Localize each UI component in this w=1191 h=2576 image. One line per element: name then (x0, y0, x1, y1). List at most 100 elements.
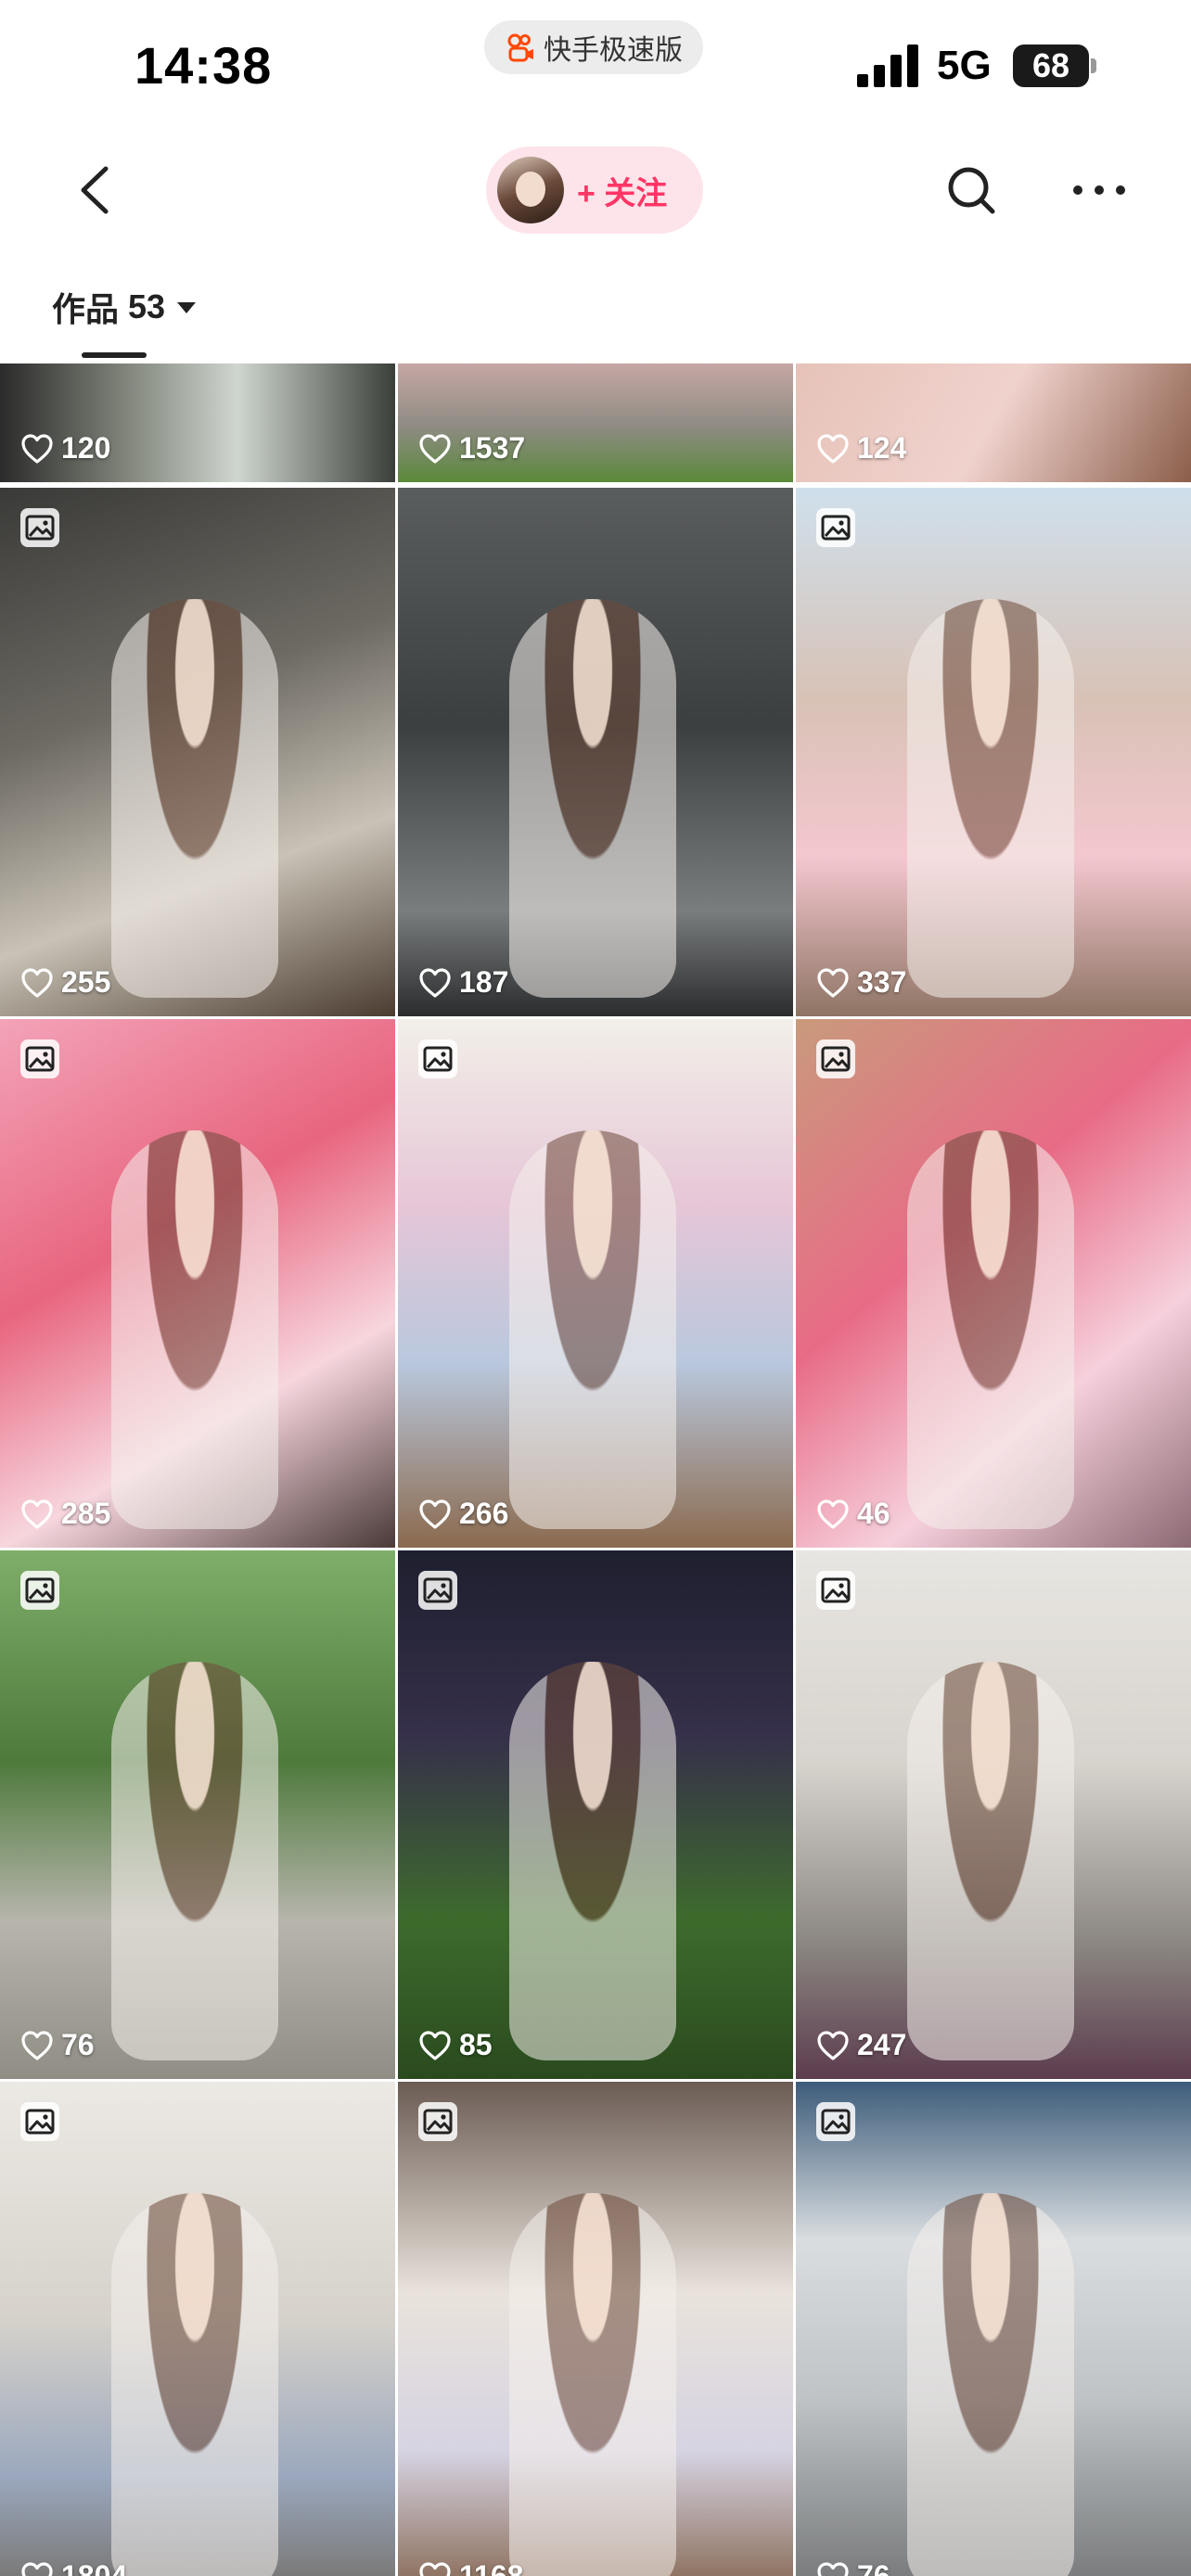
post-thumbnail[interactable]: 1168 (398, 2082, 793, 2576)
heart-icon (817, 2030, 849, 2060)
like-count-value: 187 (459, 965, 509, 999)
image-post-icon (418, 1571, 457, 1610)
like-count-value: 337 (857, 965, 907, 999)
back-arrow-icon[interactable] (65, 158, 130, 223)
status-time: 14:38 (134, 36, 273, 95)
like-count: 124 (816, 431, 906, 465)
heart-icon (419, 1498, 451, 1529)
photo-subject (509, 1130, 676, 1529)
like-count-value: 1804 (61, 2559, 128, 2576)
like-count: 46 (816, 1497, 890, 1531)
photo-subject (111, 599, 278, 998)
post-thumbnail[interactable]: 46 (796, 1019, 1191, 1548)
heart-icon (817, 1498, 849, 1529)
image-post-icon (20, 2102, 59, 2141)
tab-underline (82, 352, 147, 358)
like-count-value: 1168 (459, 2559, 524, 2576)
like-count: 285 (20, 1497, 110, 1531)
post-thumbnail[interactable]: 1804 (0, 2082, 395, 2576)
like-count: 255 (20, 965, 110, 1000)
image-post-icon (816, 2102, 855, 2141)
like-count: 337 (816, 965, 906, 1000)
post-thumbnail[interactable]: 76 (796, 2082, 1191, 2576)
like-count-value: 266 (459, 1497, 509, 1530)
heart-icon (419, 2030, 451, 2060)
works-tab[interactable]: 作品 53 (52, 283, 198, 331)
post-thumbnail[interactable]: 285 (0, 1019, 395, 1548)
heart-icon (817, 967, 849, 998)
photo-subject (111, 2193, 278, 2576)
like-count: 76 (816, 2559, 890, 2576)
image-post-icon (20, 1039, 59, 1078)
post-thumbnail[interactable]: 266 (398, 1019, 793, 1548)
works-count: 53 (128, 287, 166, 325)
image-post-icon (816, 508, 855, 547)
battery-level: 68 (1013, 45, 1089, 87)
caret-down-icon (177, 302, 197, 313)
battery-indicator: 68 (1013, 45, 1096, 87)
more-options-icon[interactable] (1067, 158, 1132, 223)
avatar (497, 157, 564, 223)
like-count: 1168 (418, 2559, 523, 2576)
heart-icon (21, 433, 53, 464)
like-count-value: 285 (61, 1497, 111, 1530)
cellular-signal-icon (857, 45, 918, 87)
network-type: 5G (937, 43, 992, 88)
post-thumbnail[interactable]: 247 (796, 1550, 1191, 2079)
photo-subject (509, 2193, 676, 2576)
post-thumbnail[interactable]: 120 (0, 363, 395, 482)
like-count: 1537 (418, 431, 525, 465)
works-tab-label: 作品 (52, 290, 120, 328)
follow-button[interactable]: + 关注 (486, 147, 703, 234)
heart-icon (419, 967, 451, 998)
photo-subject (907, 1662, 1074, 2060)
heart-icon (21, 967, 53, 998)
post-thumbnail[interactable]: 187 (398, 488, 793, 1016)
like-count-value: 247 (857, 2028, 907, 2061)
image-post-icon (20, 508, 59, 547)
heart-icon (21, 1498, 53, 1529)
heart-icon (419, 433, 451, 464)
like-count-value: 46 (857, 1497, 890, 1530)
app-return-pill[interactable]: 快手极速版 (484, 20, 703, 74)
heart-icon (21, 2030, 53, 2060)
like-count-value: 76 (857, 2559, 890, 2576)
heart-icon (419, 2561, 451, 2576)
post-thumbnail[interactable]: 255 (0, 488, 395, 1016)
post-thumbnail[interactable]: 76 (0, 1550, 395, 2079)
like-count: 247 (816, 2028, 906, 2062)
like-count: 85 (418, 2028, 493, 2062)
profile-nav-bar: + 关注 (0, 139, 1191, 241)
heart-icon (817, 2561, 849, 2576)
posts-grid: 120 1537 124 255 187 337 285 266 46 76 85 247 1804 11… (0, 363, 1191, 2576)
heart-icon (21, 2561, 53, 2576)
post-thumbnail[interactable]: 124 (796, 363, 1191, 482)
like-count: 266 (418, 1497, 508, 1531)
kuaishou-logo-icon (507, 33, 533, 62)
image-post-icon (20, 1571, 59, 1610)
photo-subject (509, 599, 676, 998)
app-pill-label: 快手极速版 (544, 35, 683, 66)
photo-subject (907, 1130, 1074, 1529)
image-post-icon (418, 1039, 457, 1078)
status-bar: 14:38 快手极速版 5G 68 (0, 0, 1191, 139)
photo-subject (111, 1662, 278, 2060)
image-post-icon (418, 2102, 457, 2141)
post-thumbnail[interactable]: 337 (796, 488, 1191, 1016)
battery-cap (1091, 58, 1096, 73)
photo-subject (111, 1130, 278, 1529)
like-count-value: 120 (61, 431, 111, 465)
heart-icon (817, 433, 849, 464)
photo-subject (907, 2193, 1074, 2576)
search-icon[interactable] (939, 158, 1004, 223)
like-count-value: 255 (61, 965, 111, 999)
like-count-value: 76 (61, 2028, 95, 2061)
like-count-value: 1537 (459, 431, 526, 465)
like-count: 187 (418, 965, 508, 1000)
like-count: 76 (20, 2028, 95, 2062)
post-thumbnail[interactable]: 1537 (398, 363, 793, 482)
like-count-value: 124 (857, 431, 907, 465)
photo-subject (907, 599, 1074, 998)
like-count: 1804 (20, 2559, 127, 2576)
post-thumbnail[interactable]: 85 (398, 1550, 793, 2079)
